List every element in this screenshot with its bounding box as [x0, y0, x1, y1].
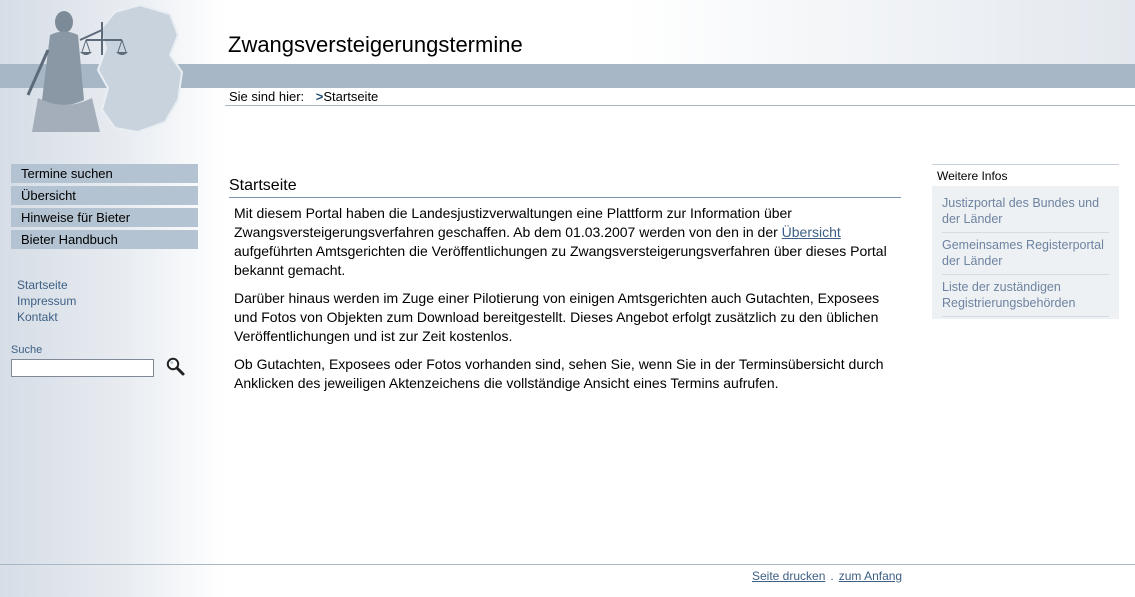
intro-text-after: aufgeführten Amtsgerichten die Veröffent… [234, 243, 887, 278]
content-body: Mit diesem Portal haben die Landesjustiz… [229, 198, 901, 393]
justitia-logo [26, 3, 184, 134]
main-navigation: Termine suchen Übersicht Hinweise für Bi… [11, 164, 198, 252]
further-info-box: Weitere Infos Justizportal des Bundes un… [932, 164, 1119, 319]
intro-paragraph: Mit diesem Portal haben die Landesjustiz… [234, 204, 901, 280]
magnifier-icon[interactable] [165, 356, 187, 378]
meta-link-kontakt[interactable]: Kontakt [17, 309, 76, 325]
main-content: Startseite Mit diesem Portal haben die L… [229, 177, 901, 402]
intro-text-before: Mit diesem Portal haben die Landesjustiz… [234, 205, 792, 240]
breadcrumb-current[interactable]: Startseite [323, 89, 378, 104]
link-justizportal[interactable]: Justizportal des Bundes und der Länder [942, 191, 1109, 233]
site-title: Zwangsversteigerungstermine [228, 32, 523, 57]
nav-item-uebersicht[interactable]: Übersicht [11, 186, 198, 205]
back-to-top-link[interactable]: zum Anfang [839, 569, 902, 583]
breadcrumb-prefix: Sie sind hier: [229, 89, 305, 104]
uebersicht-link[interactable]: Übersicht [782, 224, 841, 240]
footer-separator: . [830, 569, 834, 583]
content-heading: Startseite [229, 177, 901, 198]
further-info-heading: Weitere Infos [932, 164, 1119, 186]
footer: Seite drucken. zum Anfang [752, 569, 902, 583]
link-registrierungsbehoerden[interactable]: Liste der zuständigen Registrierungsbehö… [942, 275, 1109, 317]
footer-divider [0, 564, 1135, 565]
meta-navigation: Startseite Impressum Kontakt [17, 277, 76, 325]
breadcrumb: Sie sind hier: >Startseite [229, 89, 378, 104]
nav-item-termine-suchen[interactable]: Termine suchen [11, 164, 198, 183]
documents-paragraph: Ob Gutachten, Exposees oder Fotos vorhan… [234, 356, 884, 391]
further-info-list: Justizportal des Bundes und der Länder G… [932, 186, 1119, 319]
meta-link-startseite[interactable]: Startseite [17, 277, 76, 293]
search-input[interactable] [11, 359, 154, 377]
search-label: Suche [11, 344, 43, 356]
pilot-paragraph: Darüber hinaus werden im Zuge einer Pilo… [234, 290, 880, 344]
print-page-link[interactable]: Seite drucken [752, 569, 825, 583]
breadcrumb-divider [225, 105, 1135, 106]
nav-item-bieter-handbuch[interactable]: Bieter Handbuch [11, 230, 198, 249]
meta-link-impressum[interactable]: Impressum [17, 293, 76, 309]
nav-item-hinweise-fuer-bieter[interactable]: Hinweise für Bieter [11, 208, 198, 227]
link-registerportal[interactable]: Gemeinsames Registerportal der Länder [942, 233, 1109, 275]
